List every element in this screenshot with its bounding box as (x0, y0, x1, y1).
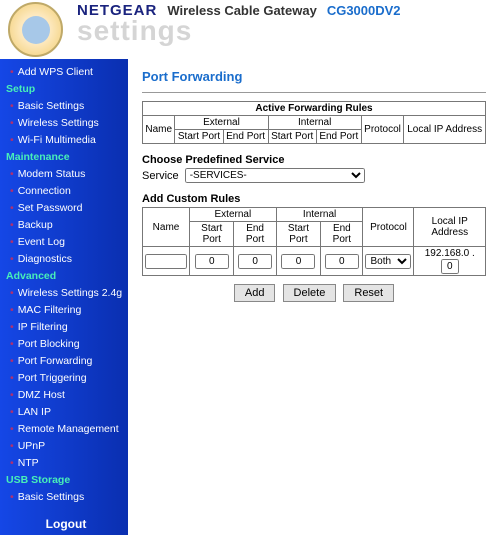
brand-logo (8, 2, 63, 57)
sidebar-item[interactable]: Diagnostics (4, 250, 128, 267)
sidebar-item[interactable]: Wireless Settings 2.4g (4, 284, 128, 301)
sidebar-item[interactable]: Set Password (4, 199, 128, 216)
content: Port Forwarding Active Forwarding Rules … (128, 59, 500, 535)
service-select[interactable]: -SERVICES- (185, 168, 365, 183)
add-button[interactable]: Add (234, 284, 276, 302)
sidebar-item[interactable]: UPnP (4, 437, 128, 454)
c-col-int-start: Start Port (276, 222, 320, 247)
sidebar-section: Advanced (4, 267, 128, 284)
sidebar-item[interactable]: MAC Filtering (4, 301, 128, 318)
page-title: Port Forwarding (142, 69, 486, 84)
header: NETGEAR Wireless Cable Gateway CG3000DV2… (0, 0, 500, 59)
sidebar-item[interactable]: Port Blocking (4, 335, 128, 352)
custom-title: Add Custom Rules (142, 193, 486, 205)
predef-title: Choose Predefined Service (142, 154, 486, 166)
sidebar-item[interactable]: IP Filtering (4, 318, 128, 335)
ip-last-input[interactable] (441, 259, 459, 274)
delete-button[interactable]: Delete (283, 284, 337, 302)
sidebar-item[interactable]: Wireless Settings (4, 114, 128, 131)
sidebar-item[interactable]: LAN IP (4, 403, 128, 420)
col-ext-start: Start Port (175, 130, 223, 144)
sidebar-item[interactable]: Remote Management (4, 420, 128, 437)
sidebar-item[interactable]: Basic Settings (4, 97, 128, 114)
col-ext-end: End Port (223, 130, 268, 144)
sidebar-item[interactable]: Port Forwarding (4, 352, 128, 369)
c-col-protocol: Protocol (363, 208, 414, 247)
sidebar-section: USB Storage (4, 471, 128, 488)
sidebar-item[interactable]: Port Triggering (4, 369, 128, 386)
ext-end-input[interactable] (238, 254, 272, 269)
c-col-external: External (190, 208, 277, 222)
reset-button[interactable]: Reset (343, 284, 394, 302)
sidebar-section: Maintenance (4, 148, 128, 165)
sidebar-section: Setup (4, 80, 128, 97)
sidebar-item[interactable]: Modem Status (4, 165, 128, 182)
c-col-ext-end: End Port (234, 222, 276, 247)
col-name: Name (143, 116, 175, 144)
col-internal: Internal (268, 116, 361, 130)
settings-heading: settings (77, 15, 401, 47)
c-col-localip: Local IP Address (414, 208, 486, 247)
c-col-internal: Internal (276, 208, 363, 222)
sidebar-item[interactable]: DMZ Host (4, 386, 128, 403)
model-name: CG3000DV2 (327, 3, 401, 18)
col-localip: Local IP Address (404, 116, 486, 144)
int-start-input[interactable] (281, 254, 315, 269)
sidebar-item[interactable]: NTP (4, 454, 128, 471)
int-end-input[interactable] (325, 254, 359, 269)
c-col-ext-start: Start Port (190, 222, 234, 247)
col-external: External (175, 116, 268, 130)
sidebar: Add WPS Client SetupBasic SettingsWirele… (0, 59, 128, 535)
sidebar-item[interactable]: Wi-Fi Multimedia (4, 131, 128, 148)
sidebar-item-add-wps[interactable]: Add WPS Client (4, 63, 128, 80)
c-col-int-end: End Port (321, 222, 363, 247)
logout-link[interactable]: Logout (4, 517, 128, 531)
col-protocol: Protocol (361, 116, 404, 144)
active-rules-title: Active Forwarding Rules (143, 102, 486, 116)
name-input[interactable] (145, 254, 187, 269)
table-row: Both (143, 247, 486, 276)
col-int-start: Start Port (268, 130, 316, 144)
sidebar-item[interactable]: Connection (4, 182, 128, 199)
sidebar-item[interactable]: Backup (4, 216, 128, 233)
col-int-end: End Port (316, 130, 361, 144)
active-rules-table: Active Forwarding Rules Name External In… (142, 101, 486, 144)
custom-rules-table: Name External Internal Protocol Local IP… (142, 207, 486, 276)
c-col-name: Name (143, 208, 190, 247)
service-label: Service (142, 170, 179, 182)
sidebar-item[interactable]: Basic Settings (4, 488, 128, 505)
protocol-select[interactable]: Both (365, 254, 411, 269)
sidebar-item[interactable]: Event Log (4, 233, 128, 250)
ext-start-input[interactable] (195, 254, 229, 269)
ip-prefix (425, 248, 475, 259)
